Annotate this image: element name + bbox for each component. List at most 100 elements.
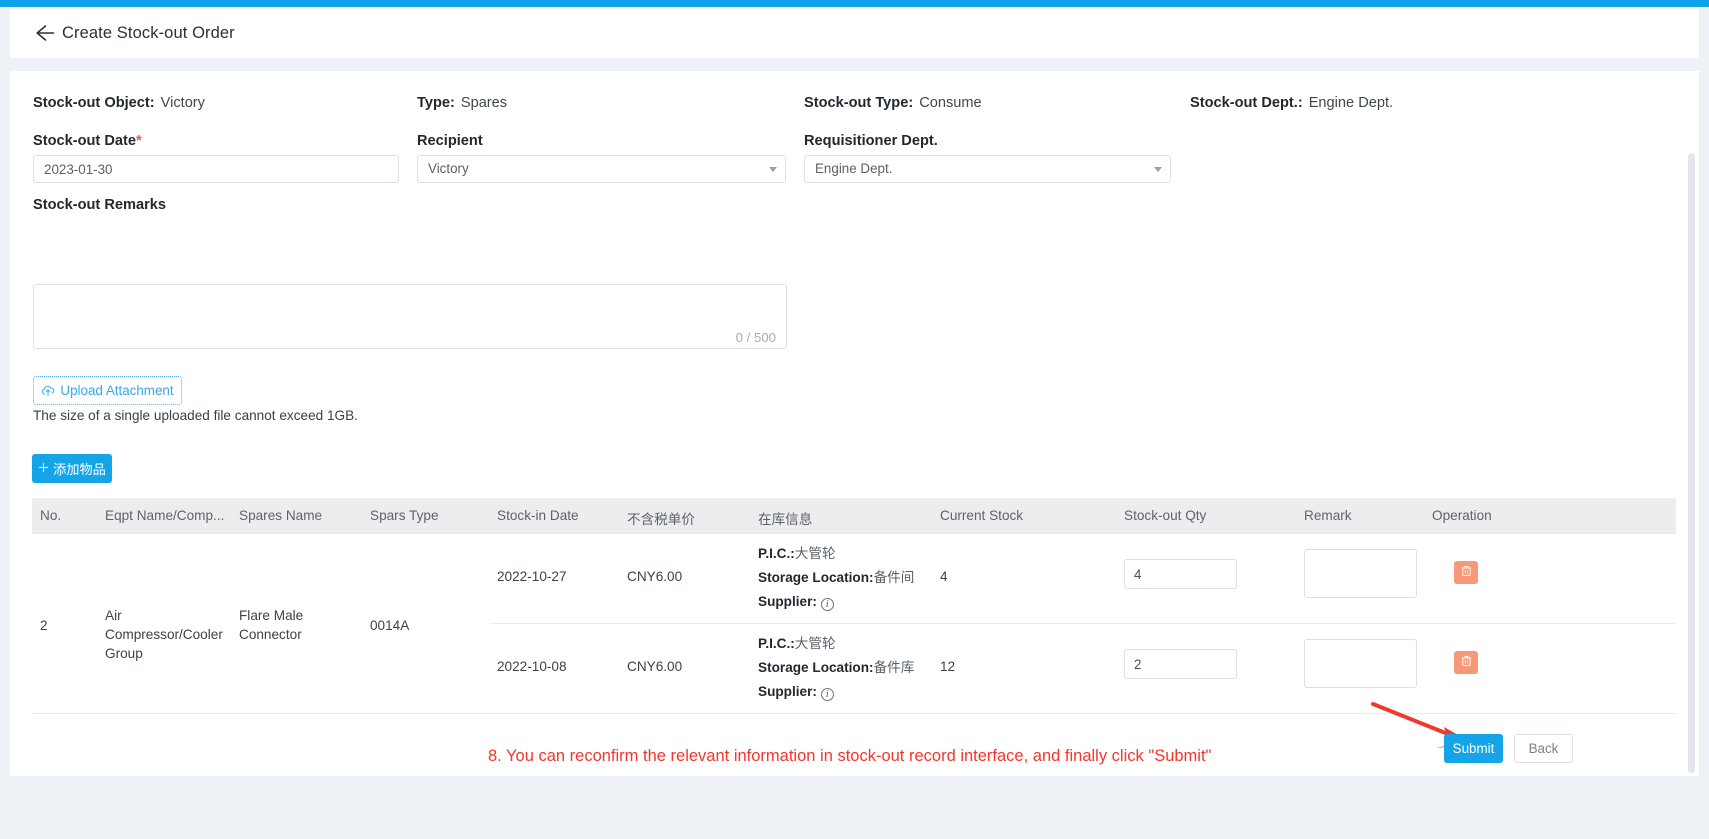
summary-stock-out-type: Stock-out Type: Consume: [804, 93, 982, 113]
stock-out-items-table: No. Eqpt Name/Comp... Spares Name Spars …: [32, 498, 1676, 714]
back-button[interactable]: Back: [1514, 734, 1573, 763]
summary-value: Consume: [919, 95, 982, 111]
col-stock-in-date: Stock-in Date: [497, 508, 579, 523]
cell-eqpt-name: Air Compressor/Cooler Group: [105, 608, 223, 661]
summary-label: Type:: [417, 95, 455, 111]
stock-out-remarks-field: 0 / 500: [33, 284, 787, 349]
pic-value: 大管轮: [794, 636, 836, 651]
upload-size-hint: The size of a single uploaded file canno…: [33, 408, 358, 423]
col-spares-name: Spares Name: [239, 508, 323, 523]
stock-out-date-label: Stock-out Date*: [33, 131, 142, 151]
summary-label: Stock-out Type:: [804, 95, 914, 111]
chevron-down-icon: [769, 167, 777, 172]
col-no: No.: [40, 508, 62, 523]
add-item-label: 添加物品: [53, 462, 106, 477]
col-stock-info: 在库信息: [758, 512, 813, 527]
cloud-upload-icon: [41, 384, 55, 397]
content-scrollbar-thumb[interactable]: [1688, 153, 1695, 773]
storage-label: Storage Location:: [758, 570, 874, 585]
stock-info-supplier-line: Supplier: i: [758, 680, 914, 704]
stock-info-storage-line: Storage Location:备件间: [758, 566, 914, 590]
content-scrollbar-track[interactable]: [1688, 71, 1697, 776]
summary-label: Stock-out Object:: [33, 95, 155, 111]
trash-icon: [1461, 655, 1472, 670]
info-icon[interactable]: i: [820, 688, 834, 701]
table-row: 2 Air Compressor/Cooler Group Flare Male…: [32, 534, 1676, 714]
remark-input[interactable]: [1304, 639, 1417, 688]
supplier-label: Supplier:: [758, 594, 817, 609]
annotation-text: 8. You can reconfirm the relevant inform…: [488, 747, 1212, 765]
arrow-left-icon[interactable]: [32, 21, 58, 45]
upload-attachment-label: Upload Attachment: [60, 383, 174, 398]
page-titlebar: Create Stock-out Order: [10, 7, 1699, 58]
summary-stock-out-dept: Stock-out Dept.: Engine Dept.: [1190, 93, 1393, 113]
col-eqpt-name: Eqpt Name/Comp...: [105, 508, 225, 523]
remark-input[interactable]: [1304, 549, 1417, 598]
delete-row-button[interactable]: [1454, 561, 1478, 584]
summary-value: Spares: [460, 95, 508, 111]
pic-label: P.I.C.:: [758, 546, 795, 561]
stock-out-qty-input[interactable]: [1124, 559, 1237, 589]
summary-stock-out-object: Stock-out Object: Victory: [33, 93, 205, 113]
required-marker: *: [135, 133, 142, 149]
cell-current-stock: 4: [940, 569, 948, 584]
storage-label: Storage Location:: [758, 660, 874, 675]
info-icon[interactable]: i: [820, 598, 834, 611]
form-content-card: Stock-out Object: Victory Type: Spares Sto…: [10, 71, 1699, 776]
col-remark: Remark: [1304, 508, 1352, 523]
batch-subrow: 2022-10-27 CNY6.00 P.I.C.:大管轮 Storage Lo…: [490, 534, 1676, 623]
submit-button[interactable]: Submit: [1444, 734, 1503, 763]
cell-spars-type: 0014A: [370, 618, 410, 633]
remarks-char-counter: 0 / 500: [735, 330, 776, 345]
stock-out-date-label-text: Stock-out Date: [33, 133, 136, 149]
summary-info-row: Stock-out Object: Victory Type: Spares Sto…: [10, 93, 1699, 119]
storage-value: 备件库: [873, 660, 915, 675]
cell-current-stock: 12: [940, 659, 956, 674]
stock-info-storage-line: Storage Location:备件库: [758, 656, 914, 680]
stock-out-remarks-label: Stock-out Remarks: [33, 197, 167, 213]
cell-stock-in-date: 2022-10-08: [497, 659, 567, 674]
recipient-select[interactable]: Victory: [417, 155, 786, 183]
cell-stock-info: P.I.C.:大管轮 Storage Location:备件间 Supplier…: [758, 542, 914, 614]
stock-info-pic-line: P.I.C.:大管轮: [758, 632, 914, 656]
batch-subrow: 2022-10-08 CNY6.00 P.I.C.:大管轮 Storage Lo…: [490, 623, 1676, 713]
stock-out-qty-input[interactable]: [1124, 649, 1237, 679]
chevron-down-icon: [1154, 167, 1162, 172]
footer-action-bar: [10, 779, 1699, 839]
col-current-stock: Current Stock: [940, 508, 1024, 523]
storage-value: 备件间: [873, 570, 915, 585]
cell-stock-in-date: 2022-10-27: [497, 569, 567, 584]
table-header-row: No. Eqpt Name/Comp... Spares Name Spars …: [32, 498, 1676, 534]
upload-attachment-button[interactable]: Upload Attachment: [33, 376, 182, 405]
cell-spares-name: Flare Male Connector: [239, 608, 304, 642]
cell-unit-price: CNY6.00: [627, 569, 683, 584]
cell-stock-info: P.I.C.:大管轮 Storage Location:备件库 Supplier…: [758, 632, 914, 704]
summary-value: Victory: [160, 95, 205, 111]
page-title: Create Stock-out Order: [62, 24, 235, 42]
app-top-accent-bar: [0, 0, 1709, 7]
requisitioner-dept-select[interactable]: Engine Dept.: [804, 155, 1171, 183]
col-unit-price: 不含税单价: [627, 512, 695, 527]
stock-info-pic-line: P.I.C.:大管轮: [758, 542, 914, 566]
page-wrapper: Create Stock-out Order Stock-out Object:…: [10, 7, 1699, 839]
requisitioner-dept-select-value: Engine Dept.: [815, 161, 893, 176]
cell-no: 2: [40, 618, 48, 633]
col-operation: Operation: [1432, 508, 1492, 523]
pic-label: P.I.C.:: [758, 636, 795, 651]
col-stock-out-qty: Stock-out Qty: [1124, 508, 1207, 523]
summary-type: Type: Spares: [417, 93, 507, 113]
pic-value: 大管轮: [794, 546, 836, 561]
summary-label: Stock-out Dept.:: [1190, 95, 1303, 111]
requisitioner-dept-label: Requisitioner Dept.: [804, 133, 938, 149]
recipient-select-value: Victory: [428, 161, 469, 176]
stock-out-remarks-input[interactable]: [34, 285, 786, 330]
stock-info-supplier-line: Supplier: i: [758, 590, 914, 614]
plus-icon: [38, 461, 49, 476]
cell-unit-price: CNY6.00: [627, 659, 683, 674]
col-spars-type: Spars Type: [370, 508, 439, 523]
supplier-label: Supplier:: [758, 684, 817, 699]
add-item-button[interactable]: 添加物品: [32, 454, 112, 483]
stock-out-date-input[interactable]: [33, 155, 399, 183]
recipient-label: Recipient: [417, 133, 483, 149]
delete-row-button[interactable]: [1454, 651, 1478, 674]
